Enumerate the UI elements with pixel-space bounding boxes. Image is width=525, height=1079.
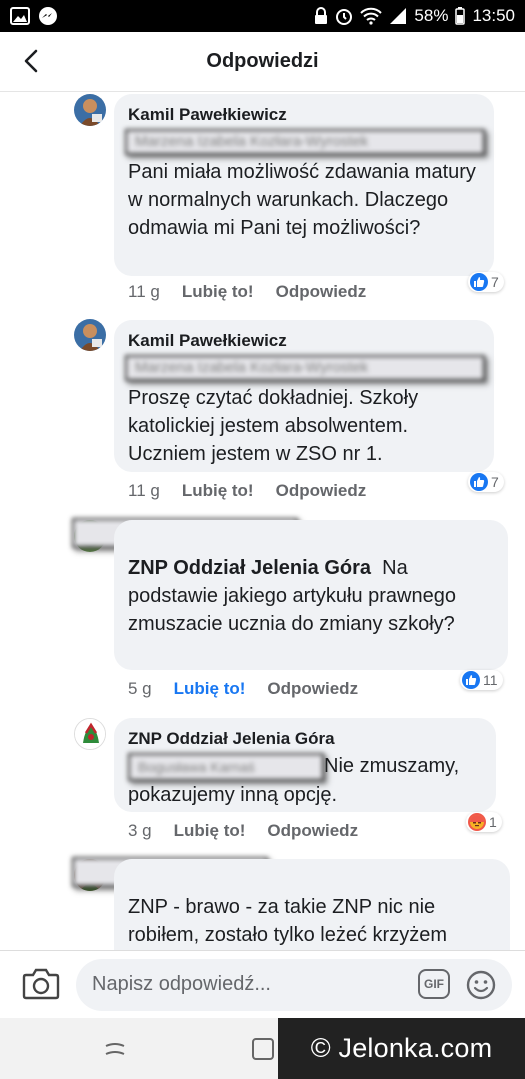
tagged-mention[interactable]: Marzena Izabela Kozłara-Wyrostek: [125, 355, 485, 381]
signal-icon: [389, 7, 407, 25]
comment-time[interactable]: 11 g: [128, 481, 160, 501]
reply-button[interactable]: Odpowiedz: [276, 481, 367, 501]
battery-icon: [455, 7, 466, 25]
comment-time[interactable]: 3 g: [128, 821, 152, 841]
reaction-badge[interactable]: 7: [468, 272, 504, 292]
angry-reaction-icon: [468, 813, 486, 831]
tagged-mention[interactable]: Bogusława Karnaś: [128, 753, 324, 781]
reaction-count: 7: [491, 474, 499, 490]
reaction-count: 1: [489, 814, 497, 830]
comment-actions: 11 g Lubię to! Odpowiedz: [128, 282, 366, 302]
gif-button[interactable]: GIF: [418, 969, 450, 999]
like-button[interactable]: Lubię to!: [174, 821, 246, 841]
comment-actions: 5 g Lubię to! Odpowiedz: [128, 679, 358, 699]
avatar[interactable]: [74, 718, 106, 750]
thumbs-up-icon: [470, 473, 488, 491]
battery-percent: 58%: [414, 6, 449, 25]
lock-icon: [314, 7, 328, 25]
comment-bubble[interactable]: ZNP - brawo - za takie ZNP nic nie robił…: [114, 859, 510, 950]
messenger-notification-icon: [38, 6, 58, 26]
reaction-badge[interactable]: 1: [466, 812, 502, 832]
like-button[interactable]: Lubię to!: [174, 679, 246, 699]
comment-text: ZNP - brawo - za takie ZNP nic nie robił…: [128, 896, 447, 946]
thumbs-up-icon: [470, 273, 488, 291]
gallery-notification-icon: [10, 7, 30, 25]
comment-actions: 11 g Lubię to! Odpowiedz: [128, 481, 366, 501]
reaction-badge[interactable]: 7: [468, 472, 504, 492]
alarm-icon: [335, 7, 353, 25]
back-arrow-icon[interactable]: [14, 44, 48, 78]
thumbs-up-icon: [462, 671, 480, 689]
comment-author[interactable]: Kamil Pawełkiewicz: [128, 104, 480, 126]
wifi-icon: [360, 7, 383, 25]
status-bar: 58% 13:50: [0, 0, 525, 32]
watermark: © Jelonka.com: [278, 1018, 525, 1079]
reply-composer: Napisz odpowiedź... GIF: [0, 950, 525, 1018]
comment-bubble[interactable]: Kamil Pawełkiewicz Marzena Izabela Kozła…: [114, 320, 494, 472]
comment-actions: 3 g Lubię to! Odpowiedz: [128, 821, 358, 841]
avatar[interactable]: [74, 319, 106, 351]
avatar[interactable]: [74, 94, 106, 126]
reaction-count: 11: [483, 672, 498, 688]
tagged-mention[interactable]: Marzena Izabela Kozłara-Wyrostek: [125, 129, 485, 155]
comment-time[interactable]: 5 g: [128, 679, 152, 699]
like-button[interactable]: Lubię to!: [182, 481, 254, 501]
recent-apps-icon[interactable]: [104, 1040, 126, 1060]
comment-bubble[interactable]: Kamil Pawełkiewicz Marzena Izabela Kozła…: [114, 94, 494, 276]
reaction-badge[interactable]: 11: [460, 670, 503, 690]
comment-time[interactable]: 11 g: [128, 282, 160, 302]
home-icon[interactable]: [251, 1037, 275, 1061]
tagged-mention[interactable]: ZNP Oddział Jelenia Góra: [128, 557, 371, 579]
comment-text: Proszę czytać dokładniej. Szkoły katolic…: [128, 387, 419, 465]
like-button[interactable]: Lubię to!: [182, 282, 254, 302]
comment-text: Pani miała możliwość zdawania matury w n…: [128, 161, 476, 239]
replies-list: Kamil Pawełkiewicz Marzena Izabela Kozła…: [0, 92, 525, 950]
android-nav-bar: © Jelonka.com: [0, 1018, 525, 1079]
reply-button[interactable]: Odpowiedz: [267, 821, 358, 841]
emoji-icon[interactable]: [466, 970, 496, 1000]
comment-bubble[interactable]: ZNP Oddział Jelenia Góra Na podstawie ja…: [114, 520, 508, 670]
reaction-count: 7: [491, 274, 499, 290]
reply-button[interactable]: Odpowiedz: [267, 679, 358, 699]
comment-author[interactable]: Kamil Pawełkiewicz: [128, 330, 480, 352]
reply-button[interactable]: Odpowiedz: [276, 282, 367, 302]
clock: 13:50: [472, 6, 515, 25]
camera-icon[interactable]: [22, 967, 60, 1001]
page-title: Odpowiedzi: [206, 50, 319, 72]
comment-bubble[interactable]: ZNP Oddział Jelenia Góra Bogusława Karna…: [114, 718, 496, 812]
top-header: Odpowiedzi: [0, 32, 525, 92]
comment-author[interactable]: ZNP Oddział Jelenia Góra: [128, 728, 482, 750]
